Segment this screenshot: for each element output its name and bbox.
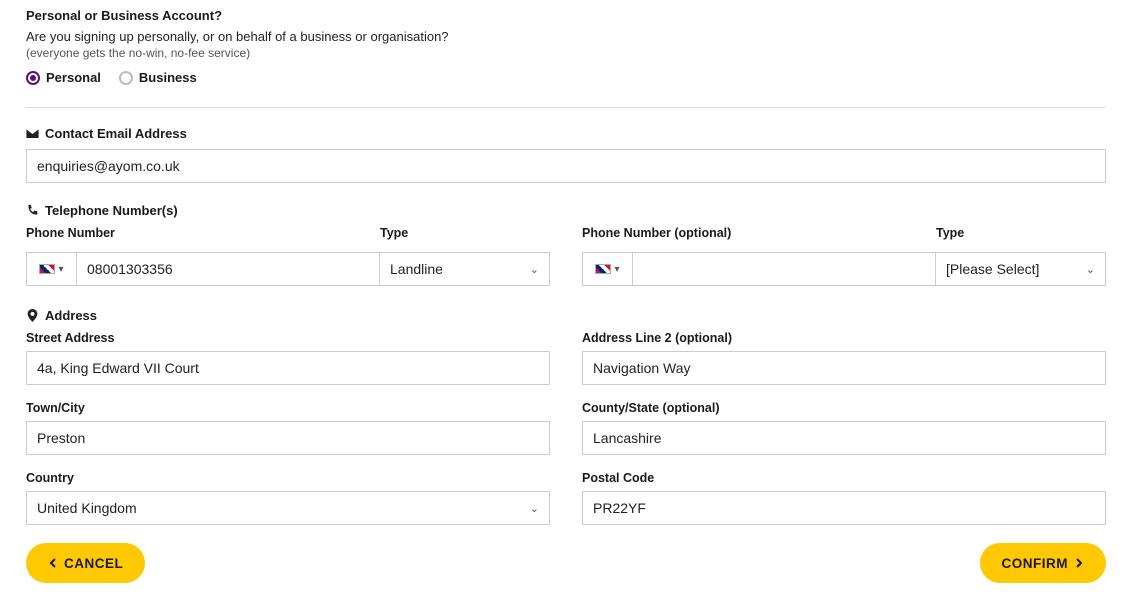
phone-country-selector-2[interactable]: ▾ xyxy=(582,252,632,286)
phone-number-input-2[interactable] xyxy=(632,252,936,286)
chevron-left-icon xyxy=(48,558,58,568)
phone-country-selector-1[interactable]: ▾ xyxy=(26,252,76,286)
country-label: Country xyxy=(26,471,550,485)
town-label: Town/City xyxy=(26,401,550,415)
county-label: County/State (optional) xyxy=(582,401,1106,415)
line2-label: Address Line 2 (optional) xyxy=(582,331,1106,345)
phone-type-label: Type xyxy=(380,226,550,240)
postal-label: Postal Code xyxy=(582,471,1106,485)
account-type-question: Are you signing up personally, or on beh… xyxy=(26,29,1106,44)
chevron-down-icon: ▾ xyxy=(58,264,63,275)
country-select[interactable]: United Kingdom ⌄ xyxy=(26,491,550,525)
cancel-button-label: CANCEL xyxy=(64,556,123,571)
phone-icon xyxy=(26,204,39,217)
country-value: United Kingdom xyxy=(37,500,137,516)
uk-flag-icon xyxy=(595,264,611,274)
address-heading-text: Address xyxy=(45,308,97,323)
pin-icon xyxy=(26,309,39,322)
radio-business-label: Business xyxy=(139,70,197,85)
telephone-heading-text: Telephone Number(s) xyxy=(45,203,178,218)
phone-number-label: Phone Number xyxy=(26,226,380,240)
radio-icon xyxy=(26,71,40,85)
divider xyxy=(26,107,1106,108)
street-input[interactable] xyxy=(26,351,550,385)
radio-personal[interactable]: Personal xyxy=(26,70,101,85)
phone-type-select-1[interactable]: Landline ⌄ xyxy=(380,252,550,286)
address-heading: Address xyxy=(26,308,1106,323)
phone-type-label-2: Type xyxy=(936,226,1106,240)
form-actions: CANCEL CONFIRM xyxy=(26,543,1106,583)
phone-type-value-2: [Please Select] xyxy=(946,261,1039,277)
chevron-down-icon: ⌄ xyxy=(530,502,539,515)
phone-type-value-1: Landline xyxy=(390,261,443,277)
radio-business[interactable]: Business xyxy=(119,70,197,85)
radio-icon xyxy=(119,71,133,85)
account-type-note: (everyone gets the no-win, no-fee servic… xyxy=(26,46,1106,60)
email-input[interactable] xyxy=(26,149,1106,183)
cancel-button[interactable]: CANCEL xyxy=(26,543,145,583)
town-input[interactable] xyxy=(26,421,550,455)
account-type-heading: Personal or Business Account? xyxy=(26,8,1106,23)
phone-type-select-2[interactable]: [Please Select] ⌄ xyxy=(936,252,1106,286)
chevron-right-icon xyxy=(1074,558,1084,568)
postal-input[interactable] xyxy=(582,491,1106,525)
mail-icon xyxy=(26,127,39,140)
confirm-button[interactable]: CONFIRM xyxy=(980,543,1107,583)
chevron-down-icon: ⌄ xyxy=(530,263,539,276)
account-type-radio-group: Personal Business xyxy=(26,70,1106,85)
phone-number-optional-label: Phone Number (optional) xyxy=(582,226,936,240)
phone-number-input-1[interactable] xyxy=(76,252,380,286)
email-heading-text: Contact Email Address xyxy=(45,126,187,141)
radio-personal-label: Personal xyxy=(46,70,101,85)
email-heading: Contact Email Address xyxy=(26,126,1106,141)
confirm-button-label: CONFIRM xyxy=(1002,556,1069,571)
uk-flag-icon xyxy=(39,264,55,274)
telephone-heading: Telephone Number(s) xyxy=(26,203,1106,218)
county-input[interactable] xyxy=(582,421,1106,455)
street-label: Street Address xyxy=(26,331,550,345)
chevron-down-icon: ▾ xyxy=(614,264,619,275)
chevron-down-icon: ⌄ xyxy=(1086,263,1095,276)
line2-input[interactable] xyxy=(582,351,1106,385)
